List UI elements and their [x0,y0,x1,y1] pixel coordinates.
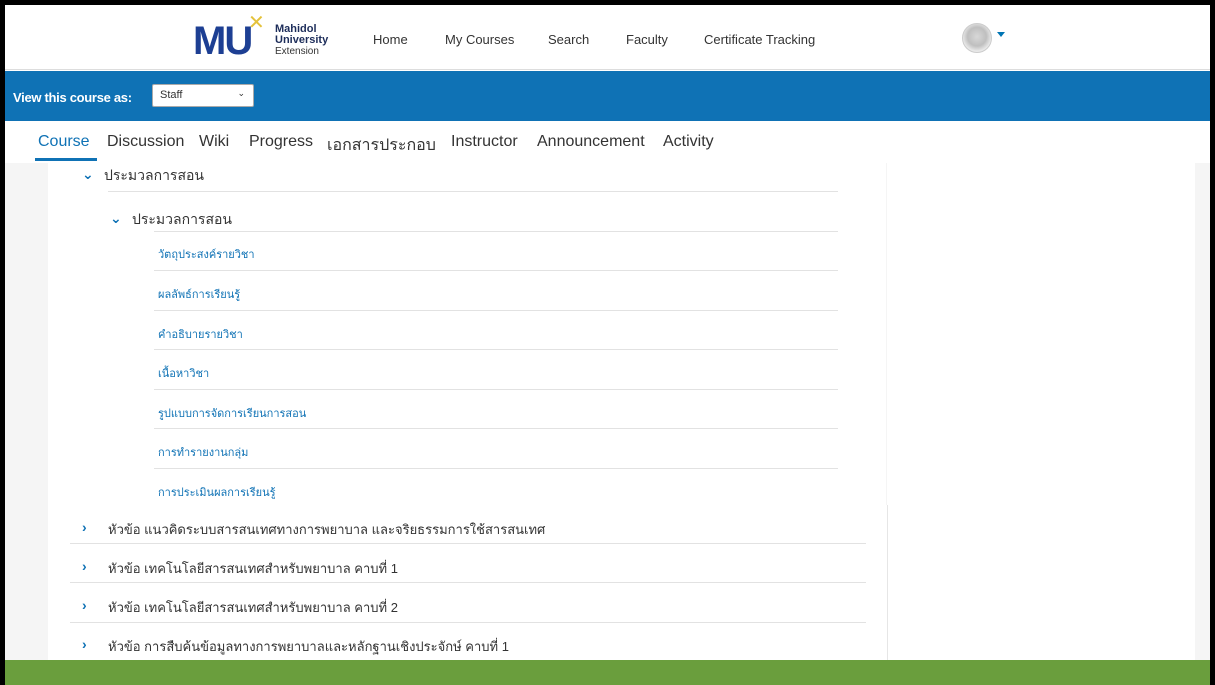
nav-faculty[interactable]: Faculty [626,32,668,47]
divider [70,582,866,583]
divider [154,428,838,429]
section-header[interactable]: ⌄ ประมวลการสอน [82,165,204,187]
divider [154,310,838,311]
divider [154,389,838,390]
logo-line-3: Extension [275,46,319,57]
chapter-title: หัวข้อ การสืบค้นข้อมูลทางการพยาบาลและหลั… [108,639,509,654]
course-content: ⌄ ประมวลการสอน ⌄ ประมวลการสอน วัตถุประสง… [5,163,1210,660]
course-tabs: Course Discussion Wiki Progress เอกสารปร… [5,121,1210,163]
tab-discussion[interactable]: Discussion [107,133,184,151]
tab-announcement[interactable]: Announcement [537,133,645,151]
site-header: MU ✕ Mahidol University Extension Home M… [5,5,1210,70]
unit-link[interactable]: วัตถุประสงค์รายวิชา [158,245,255,263]
chevron-down-icon: ⌄ [82,166,94,182]
chapter-item[interactable]: › หัวข้อ เทคโนโลยีสารสนเทศสำหรับพยาบาล ค… [82,597,398,618]
nav-home[interactable]: Home [373,32,408,47]
tab-course[interactable]: Course [38,133,90,151]
chapter-item[interactable]: › หัวข้อ เทคโนโลยีสารสนเทศสำหรับพยาบาล ค… [82,558,398,579]
tab-documents[interactable]: เอกสารประกอบ [327,133,436,158]
subsection-title: ประมวลการสอน [132,211,232,227]
tab-instructor[interactable]: Instructor [451,133,518,151]
subsection-header[interactable]: ⌄ ประมวลการสอน [110,209,232,231]
staff-preview-bar: View this course as: Staff ⌄ [5,71,1210,121]
divider [70,622,866,623]
chevron-right-icon: › [82,558,87,574]
mahidol-logo[interactable]: MU ✕ Mahidol University Extension [193,13,333,63]
tab-progress[interactable]: Progress [249,133,313,151]
chapter-item[interactable]: › หัวข้อ การสืบค้นข้อมูลทางการพยาบาลและห… [82,636,509,657]
chevron-down-icon: ⌄ [237,88,245,98]
chapter-title: หัวข้อ แนวคิดระบบสารสนเทศทางการพยาบาล แล… [108,522,546,537]
logo-star-icon: ✕ [248,12,265,34]
column-divider [887,505,888,660]
nav-my-courses[interactable]: My Courses [445,32,514,47]
logo-mark: MU [193,19,253,63]
nav-search[interactable]: Search [548,32,589,47]
chapter-item[interactable]: › หัวข้อ แนวคิดระบบสารสนเทศทางการพยาบาล … [82,519,545,540]
tab-wiki[interactable]: Wiki [199,133,229,151]
divider [154,468,838,469]
logo-text: Mahidol University Extension [275,24,329,58]
chevron-right-icon: › [82,636,87,652]
section-title: ประมวลการสอน [104,167,204,183]
chevron-down-icon: ⌄ [110,210,122,226]
nav-certificate-tracking[interactable]: Certificate Tracking [704,32,815,47]
chapter-list: › หัวข้อ แนวคิดระบบสารสนเทศทางการพยาบาล … [48,505,1195,660]
unit-link[interactable]: ผลลัพธ์การเรียนรู้ [158,285,240,303]
unit-link[interactable]: เนื้อหาวิชา [158,364,209,382]
site-footer [5,660,1210,685]
divider [154,270,838,271]
chevron-right-icon: › [82,597,87,613]
chapter-title: หัวข้อ เทคโนโลยีสารสนเทศสำหรับพยาบาล คาบ… [108,600,398,615]
divider [70,543,866,544]
view-as-value: Staff [160,89,183,101]
unit-link[interactable]: คำอธิบายรายวิชา [158,325,243,343]
divider [154,231,838,232]
logo-line-2: University [275,34,329,46]
view-as-select[interactable]: Staff ⌄ [152,84,254,107]
chapter-title: หัวข้อ เทคโนโลยีสารสนเทศสำหรับพยาบาล คาบ… [108,561,398,576]
chevron-right-icon: › [82,519,87,535]
unit-link[interactable]: การทำรายงานกลุ่ม [158,443,248,461]
active-tab-indicator [35,158,97,161]
view-as-label: View this course as: [13,90,132,105]
divider [154,349,838,350]
user-avatar[interactable] [962,23,992,53]
tab-activity[interactable]: Activity [663,133,714,151]
user-menu-caret-icon[interactable] [997,32,1005,37]
unit-link[interactable]: การประเมินผลการเรียนรู้ [158,483,276,501]
unit-link[interactable]: รูปแบบการจัดการเรียนการสอน [158,404,306,422]
divider [108,191,838,192]
